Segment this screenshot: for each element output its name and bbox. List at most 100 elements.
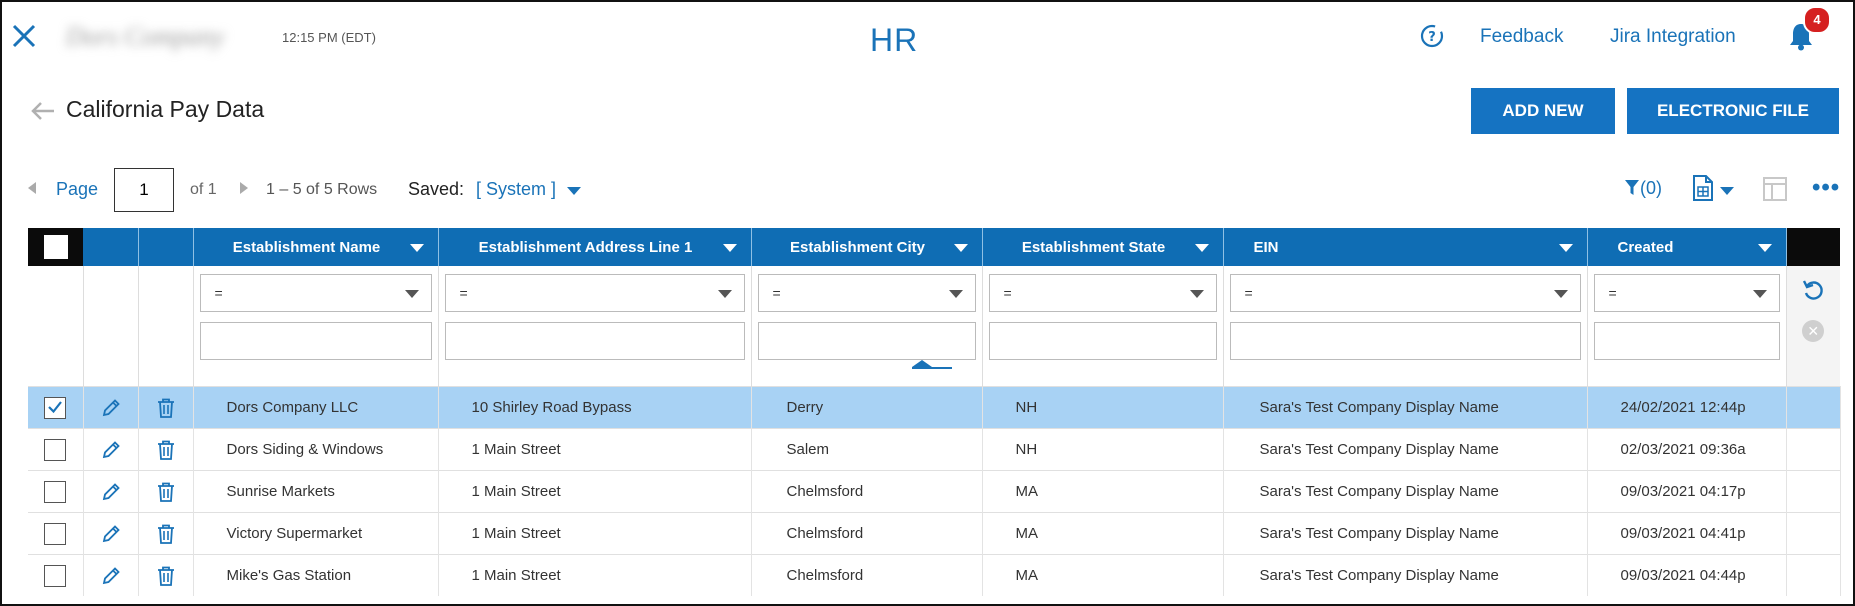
- clear-filters-icon[interactable]: ✕: [1802, 320, 1825, 342]
- reset-filters-icon[interactable]: [1801, 278, 1825, 302]
- cell-ein-link[interactable]: Sara's Test Company Display Name: [1223, 386, 1588, 429]
- add-new-button[interactable]: ADD NEW: [1471, 88, 1615, 134]
- chevron-down-icon: [948, 290, 963, 298]
- filter-spacer: [28, 266, 84, 387]
- jira-integration-link[interactable]: Jira Integration: [1610, 26, 1736, 48]
- filter-input[interactable]: [199, 322, 432, 360]
- filter-input[interactable]: [1593, 322, 1780, 360]
- select-all-checkbox[interactable]: [43, 235, 68, 259]
- table-row[interactable]: Sunrise Markets 1 Main Street Chelmsford MA…: [28, 470, 1841, 513]
- filter-operator-select[interactable]: =: [199, 274, 432, 312]
- filter-operator-select[interactable]: =: [444, 274, 745, 312]
- chevron-down-icon[interactable]: [953, 244, 968, 252]
- column-header-state[interactable]: Establishment State: [982, 228, 1224, 266]
- close-icon[interactable]: [8, 20, 40, 52]
- cell-ein-link[interactable]: Sara's Test Company Display Name: [1223, 428, 1588, 471]
- cell-establishment-name: Victory Supermarket: [193, 512, 439, 555]
- row-select-cell: [28, 428, 84, 471]
- side-header: [1786, 228, 1840, 266]
- column-header-created[interactable]: Created: [1587, 228, 1787, 266]
- sort-ascending-icon[interactable]: [911, 360, 932, 367]
- row-checkbox[interactable]: [44, 438, 67, 461]
- column-header-establishment-name[interactable]: Establishment Name: [193, 228, 439, 266]
- row-select-cell: [28, 512, 84, 555]
- cell-city: Chelmsford: [751, 512, 983, 555]
- trash-icon[interactable]: [155, 565, 177, 587]
- more-options-icon[interactable]: •••: [1812, 174, 1840, 202]
- page-title: California Pay Data: [66, 96, 265, 122]
- filter-input[interactable]: [1229, 322, 1581, 360]
- pencil-icon[interactable]: [100, 523, 122, 545]
- cell-side: [1786, 386, 1841, 429]
- table-row[interactable]: Victory Supermarket 1 Main Street Chelmsfo…: [28, 512, 1841, 555]
- column-header-ein[interactable]: EIN: [1223, 228, 1588, 266]
- chevron-down-icon[interactable]: [409, 244, 424, 252]
- pencil-icon[interactable]: [100, 397, 122, 419]
- saved-view-dropdown[interactable]: [ System ]: [476, 179, 556, 200]
- row-checkbox[interactable]: [44, 522, 67, 545]
- filter-input[interactable]: [757, 322, 976, 360]
- cell-side: [1786, 554, 1841, 596]
- row-delete-cell: [138, 554, 194, 596]
- column-chooser-icon[interactable]: [1762, 176, 1788, 202]
- help-icon[interactable]: ?: [1418, 22, 1446, 50]
- row-edit-cell: [83, 554, 139, 596]
- chevron-down-icon[interactable]: [722, 244, 737, 252]
- cell-ein-link[interactable]: Sara's Test Company Display Name: [1223, 512, 1588, 555]
- column-header-city[interactable]: Establishment City: [751, 228, 983, 266]
- prev-page-icon[interactable]: [28, 182, 36, 194]
- back-arrow-icon[interactable]: [28, 98, 58, 124]
- cell-city: Chelmsford: [751, 470, 983, 513]
- table-row[interactable]: Dors Company LLC 10 Shirley Road Bypass De…: [28, 386, 1841, 429]
- cell-city: Derry: [751, 386, 983, 429]
- chevron-down-icon[interactable]: [1720, 187, 1734, 195]
- chevron-down-icon: [1752, 290, 1767, 298]
- chevron-down-icon[interactable]: [567, 187, 581, 195]
- chevron-down-icon[interactable]: [1194, 244, 1209, 252]
- chevron-down-icon[interactable]: [1757, 244, 1772, 252]
- cell-ein-link[interactable]: Sara's Test Company Display Name: [1223, 470, 1588, 513]
- row-select-cell: [28, 554, 84, 596]
- edit-column-header: [83, 228, 139, 266]
- cell-address: 1 Main Street: [438, 470, 752, 513]
- select-all-header: [28, 228, 83, 266]
- row-checkbox[interactable]: [44, 396, 67, 419]
- filter-operator-select[interactable]: =: [757, 274, 976, 312]
- electronic-file-button[interactable]: ELECTRONIC FILE: [1627, 88, 1839, 134]
- notification-badge[interactable]: 4: [1803, 6, 1831, 34]
- cell-created: 24/02/2021 12:44p: [1587, 386, 1787, 429]
- filter-operator-select[interactable]: =: [1229, 274, 1581, 312]
- trash-icon[interactable]: [155, 439, 177, 461]
- chevron-down-icon: [717, 290, 732, 298]
- row-edit-cell: [83, 386, 139, 429]
- row-checkbox[interactable]: [44, 564, 67, 587]
- pencil-icon[interactable]: [100, 439, 122, 461]
- feedback-link[interactable]: Feedback: [1480, 26, 1563, 48]
- pencil-icon[interactable]: [100, 481, 122, 503]
- export-icon[interactable]: [1690, 174, 1716, 202]
- trash-icon[interactable]: [155, 523, 177, 545]
- table-row[interactable]: Dors Siding & Windows 1 Main Street Salem N…: [28, 428, 1841, 471]
- cell-ein-link[interactable]: Sara's Test Company Display Name: [1223, 554, 1588, 596]
- page-number-input[interactable]: [114, 168, 174, 212]
- cell-state: MA: [982, 470, 1224, 513]
- sort-indicator-line: [911, 367, 952, 369]
- filter-input[interactable]: [444, 322, 745, 360]
- filter-operator-select[interactable]: =: [1593, 274, 1780, 312]
- filter-operator-select[interactable]: =: [988, 274, 1217, 312]
- row-edit-cell: [83, 428, 139, 471]
- filter-input[interactable]: [988, 322, 1217, 360]
- cell-created: 02/03/2021 09:36a: [1587, 428, 1787, 471]
- cell-state: MA: [982, 554, 1224, 596]
- next-page-icon[interactable]: [240, 182, 248, 194]
- column-header-address[interactable]: Establishment Address Line 1: [438, 228, 752, 266]
- trash-icon[interactable]: [155, 481, 177, 503]
- pencil-icon[interactable]: [100, 565, 122, 587]
- trash-icon[interactable]: [155, 397, 177, 419]
- row-checkbox[interactable]: [44, 480, 67, 503]
- table-row[interactable]: Mike's Gas Station 1 Main Street Chelmsfor…: [28, 554, 1841, 596]
- filter-button[interactable]: (0): [1624, 178, 1662, 199]
- chevron-down-icon[interactable]: [1558, 244, 1573, 252]
- cell-side: [1786, 512, 1841, 555]
- row-count-label: 1 – 5 of 5 Rows: [266, 181, 378, 198]
